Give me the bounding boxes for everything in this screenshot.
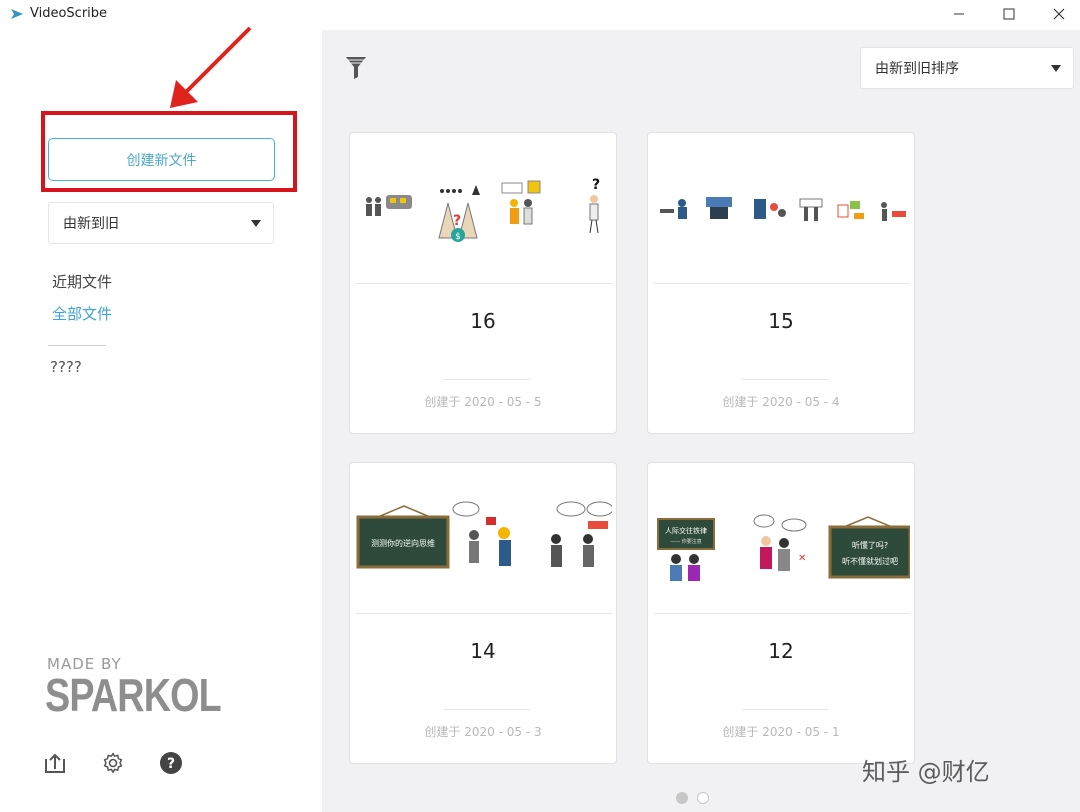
page-dot-2[interactable]: [697, 792, 709, 804]
sparkol-logo: SPARKOL: [45, 669, 222, 721]
minimize-icon: [954, 13, 964, 15]
card-divider: [356, 613, 612, 614]
nav-recent-files[interactable]: 近期文件: [52, 271, 112, 292]
thumb-board-text-2: 听不懂就划过吧: [842, 556, 898, 566]
upload-button[interactable]: [43, 751, 67, 775]
help-button[interactable]: ?: [159, 751, 183, 775]
thumb-board-text-1: 听懂了吗?: [852, 540, 888, 550]
page-dot-1[interactable]: [676, 792, 688, 804]
project-title: 16: [470, 309, 496, 333]
nav-other[interactable]: ????: [50, 358, 82, 376]
chevron-down-icon: [251, 220, 261, 227]
annotation-arrow: [170, 26, 252, 108]
main-sort-value: 由新到旧排序: [875, 61, 959, 77]
thumb-board-text: 测测你的逆向思维: [371, 538, 435, 548]
svg-text:?: ?: [592, 177, 600, 193]
settings-icon: [103, 752, 123, 773]
filter-icon[interactable]: [344, 55, 368, 81]
project-card-16[interactable]: ? $ ? 16 创建于 2020 - 05 - 5: [349, 132, 617, 434]
nav-all-files[interactable]: 全部文件: [52, 303, 112, 324]
close-icon: [1053, 8, 1065, 20]
card-divider: [444, 709, 530, 710]
create-new-file-button[interactable]: 创建新文件: [48, 138, 275, 181]
minimize-button[interactable]: [944, 3, 974, 25]
card-divider: [356, 283, 612, 284]
svg-text:?: ?: [453, 213, 461, 229]
card-divider: [654, 613, 910, 614]
project-card-12[interactable]: 人际交往铁律 —— 你要注意 ✕ 听懂了吗? 听不懂就划过吧 12 创建于 20…: [647, 462, 915, 764]
svg-text:$: $: [455, 232, 461, 242]
chevron-down-icon: [1051, 65, 1061, 72]
maximize-icon: [1003, 8, 1015, 20]
main-sort-select[interactable]: 由新到旧排序: [860, 47, 1074, 89]
sidebar-sort-value: 由新到旧: [63, 216, 119, 232]
close-button[interactable]: [1044, 3, 1074, 25]
window-title: VideoScribe: [30, 6, 108, 21]
project-thumbnail: ? $ ?: [366, 177, 600, 242]
help-icon: ?: [160, 752, 182, 774]
card-divider: [654, 283, 910, 284]
card-divider: [742, 709, 828, 710]
nav-divider: [48, 345, 106, 346]
thumb-board-subtext: —— 你要注意: [670, 538, 702, 545]
project-title: 15: [768, 309, 794, 333]
project-thumbnail: 测测你的逆向思维: [356, 501, 612, 569]
settings-button[interactable]: [101, 751, 125, 775]
maximize-button[interactable]: [994, 3, 1024, 25]
project-thumbnail: [660, 197, 906, 221]
card-divider: [444, 379, 530, 380]
project-date: 创建于 2020 - 05 - 4: [722, 395, 840, 409]
project-title: 14: [470, 639, 496, 663]
watermark: 知乎 @财亿: [862, 758, 990, 786]
svg-text:✕: ✕: [798, 553, 806, 564]
project-card-15[interactable]: 15 创建于 2020 - 05 - 4: [647, 132, 915, 434]
project-date: 创建于 2020 - 05 - 5: [424, 395, 542, 409]
thumb-board-text: 人际交往铁律: [665, 526, 707, 535]
project-thumbnail: 人际交往铁律 —— 你要注意 ✕ 听懂了吗? 听不懂就划过吧: [657, 514, 910, 581]
svg-text:?: ?: [167, 756, 175, 772]
project-card-14[interactable]: 测测你的逆向思维 14 创建于 2020 - 05 - 3: [349, 462, 617, 764]
project-date: 创建于 2020 - 05 - 1: [722, 725, 840, 739]
videoscribe-icon: [11, 9, 23, 19]
project-title: 12: [768, 639, 794, 663]
sidebar-sort-select[interactable]: 由新到旧: [48, 202, 274, 244]
project-date: 创建于 2020 - 05 - 3: [424, 725, 542, 739]
upload-icon: [45, 753, 65, 773]
card-divider: [742, 379, 828, 380]
